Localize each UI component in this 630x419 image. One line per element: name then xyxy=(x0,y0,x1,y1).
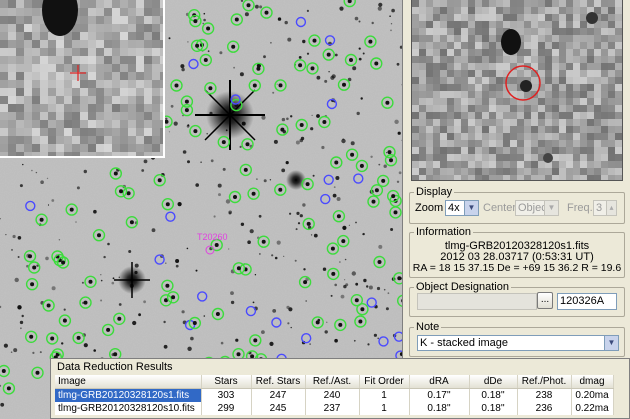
browse-button[interactable]: ... xyxy=(537,292,553,309)
freq-spinner[interactable]: 3 ▴ xyxy=(593,200,617,216)
column-header[interactable]: dDe xyxy=(469,375,518,389)
object-path-field[interactable] xyxy=(417,293,537,310)
zoom-label: Zoom xyxy=(415,202,444,214)
zoom-view-right xyxy=(411,0,623,181)
column-header[interactable]: Ref./Ast. xyxy=(305,375,360,389)
freq-value: 3 xyxy=(596,202,603,214)
note-select[interactable]: K - stacked image ▼ xyxy=(417,335,619,351)
column-header[interactable]: Image xyxy=(55,375,202,389)
data-reduction-results-window: Data Reduction Results Image Stars Ref. St… xyxy=(50,358,630,419)
table-cell: 0.17'' xyxy=(409,388,470,402)
chevron-down-icon: ▼ xyxy=(464,201,478,215)
center-label: Center xyxy=(483,202,517,214)
zoom-select[interactable]: 4x ▼ xyxy=(445,200,479,216)
freq-label: Freq. xyxy=(567,202,593,214)
object-designation-input[interactable]: 120326A xyxy=(557,293,617,310)
table-cell: 237 xyxy=(305,402,360,415)
zoom-view-left xyxy=(0,0,165,158)
chevron-down-icon: ▼ xyxy=(604,336,618,350)
column-header[interactable]: dRA xyxy=(409,375,470,389)
center-select[interactable]: Object ▼ xyxy=(515,200,559,216)
column-header[interactable]: Stars xyxy=(201,375,252,389)
sky-object-label: T20260 xyxy=(197,232,228,242)
display-legend: Display xyxy=(416,186,453,198)
information-legend: Information xyxy=(416,226,472,238)
results-title: Data Reduction Results xyxy=(51,359,629,375)
table-cell: 0.18'' xyxy=(469,388,518,402)
table-cell: 236 xyxy=(517,402,572,415)
results-table: Image Stars Ref. Stars Ref./Ast. Fit Order dR… xyxy=(55,375,614,415)
table-cell: 0.18'' xyxy=(409,402,470,415)
table-cell: 245 xyxy=(251,402,306,415)
spinner-arrows-icon: ▴ xyxy=(606,201,616,215)
results-header-row: Image Stars Ref. Stars Ref./Ast. Fit Order dR… xyxy=(55,375,614,389)
table-cell: 1 xyxy=(359,402,410,415)
column-header[interactable]: Ref./Phot. xyxy=(517,375,572,389)
column-header[interactable]: Ref. Stars xyxy=(251,375,306,389)
table-cell: 1 xyxy=(359,388,410,402)
note-value: K - stacked image xyxy=(420,337,509,349)
table-cell: tlmg-GRB20120328120s10.fits xyxy=(55,402,202,415)
table-cell: tlmg-GRB20120328120s1.fits xyxy=(55,388,202,402)
table-cell: 0.22ma xyxy=(571,402,614,415)
table-cell: 299 xyxy=(201,402,252,415)
table-cell: 240 xyxy=(305,388,360,402)
control-panel: Display Zoom 4x ▼ Center Object ▼ Freq. … xyxy=(402,0,630,360)
table-cell: 247 xyxy=(251,388,306,402)
note-legend: Note xyxy=(416,321,440,333)
table-row[interactable]: tlmg-GRB20120328120s10.fits 299 245 237 1 0.1… xyxy=(55,402,614,415)
column-header[interactable]: dmag xyxy=(571,375,614,389)
table-cell: 0.20ma xyxy=(571,388,614,402)
column-header[interactable]: Fit Order xyxy=(359,375,410,389)
table-row[interactable]: tlmg-GRB20120328120s1.fits 303 247 240 1 0.17… xyxy=(55,388,614,402)
zoom-value: 4x xyxy=(448,202,460,214)
table-cell: 238 xyxy=(517,388,572,402)
info-coordinates: RA = 18 15 37.15 De = +69 15 36.2 R = 19… xyxy=(412,262,622,274)
chevron-down-icon: ▼ xyxy=(544,201,558,215)
object-designation-legend: Object Designation xyxy=(416,281,509,293)
table-cell: 303 xyxy=(201,388,252,402)
table-cell: 0.18'' xyxy=(469,402,518,415)
